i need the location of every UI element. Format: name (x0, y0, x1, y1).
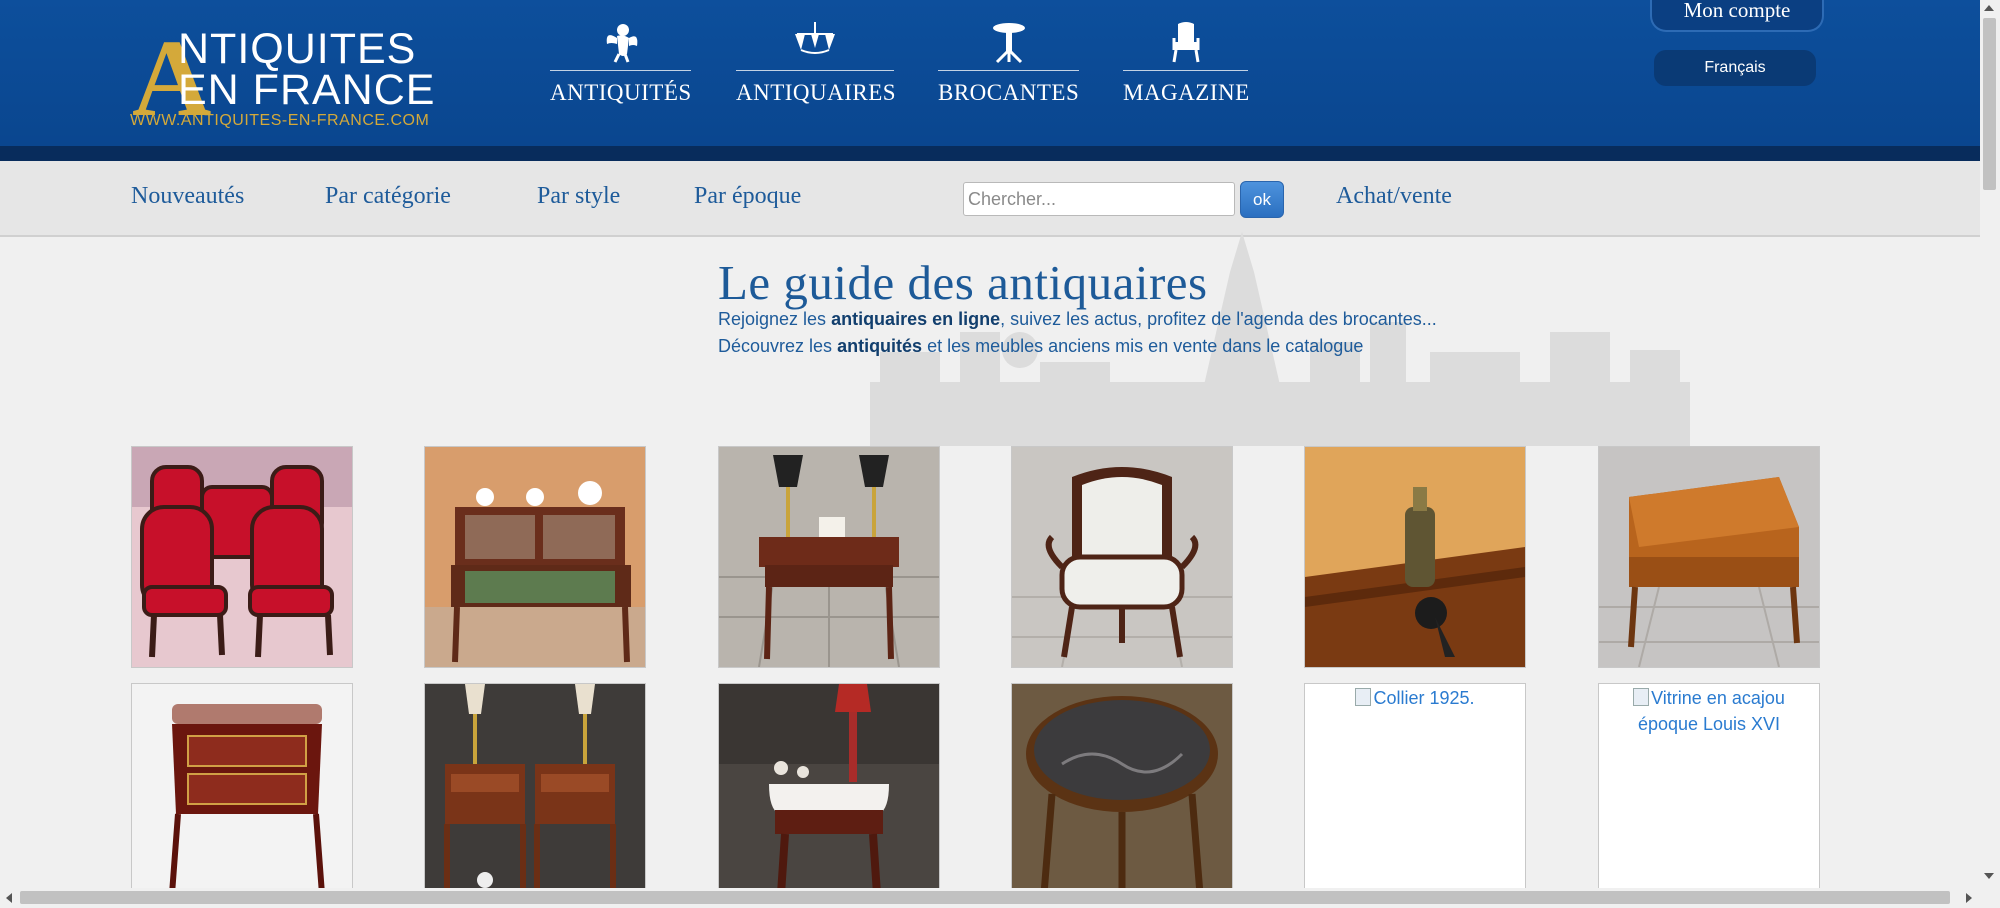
intro-link-antiquaires[interactable]: antiquaires en ligne (831, 309, 1000, 329)
nav-separator (550, 70, 691, 71)
product-image-alt-text: Collier 1925. (1373, 688, 1475, 708)
logo-line-2: EN FRANCE (178, 66, 436, 114)
product-photo (1599, 447, 1819, 667)
nav-label: ANTIQUITÉS (550, 80, 692, 105)
product-thumbnail[interactable] (424, 683, 646, 905)
nav-brocantes[interactable]: BROCANTES (938, 20, 1079, 110)
nav-antiquites[interactable]: ANTIQUITÉS (550, 20, 691, 110)
broken-image-icon (1355, 688, 1372, 706)
intro-text: Rejoignez les (718, 309, 832, 329)
intro-line-2: Découvrez les antiquités et les meubles … (718, 336, 1363, 357)
page-title: Le guide des antiquaires (718, 255, 1208, 310)
product-image-alt-text: Vitrine en acajou époque Louis XVI (1637, 688, 1785, 734)
vertical-scrollbar-thumb[interactable] (1983, 18, 1996, 190)
intro-text: Découvrez les (718, 336, 838, 356)
product-image-alt: Vitrine en acajou époque Louis XVI (1599, 685, 1819, 737)
nav-separator (736, 70, 894, 71)
product-thumbnail[interactable] (1011, 683, 1233, 905)
header-divider (0, 146, 1980, 161)
scroll-down-arrow-icon[interactable] (1984, 873, 1994, 879)
scroll-right-arrow-icon[interactable] (1966, 893, 1972, 903)
horizontal-scrollbar-thumb[interactable] (20, 891, 1950, 904)
product-photo (1012, 447, 1232, 667)
product-photo (1305, 447, 1525, 667)
product-photo (132, 684, 352, 904)
product-photo (719, 447, 939, 667)
product-photo (132, 447, 352, 667)
account-menu[interactable]: Mon compte (1650, 0, 1824, 32)
subnav-par-epoque[interactable]: Par époque (694, 183, 801, 210)
subnav-nouveautes[interactable]: Nouveautés (131, 183, 244, 210)
search-input[interactable] (963, 182, 1235, 216)
product-photo (1012, 684, 1232, 904)
chandelier-icon (795, 22, 835, 54)
product-thumbnail[interactable] (131, 446, 353, 668)
pedestal-table-icon (992, 23, 1025, 64)
product-thumbnail[interactable] (718, 683, 940, 905)
product-photo (425, 447, 645, 667)
broken-image-icon (1633, 688, 1650, 706)
product-image-alt: Collier 1925. (1305, 685, 1525, 711)
product-photo (425, 684, 645, 904)
subnav-achat-vente[interactable]: Achat/vente (1336, 183, 1452, 210)
armchair-icon (1172, 22, 1199, 63)
product-photo (719, 684, 939, 904)
nav-separator (1123, 70, 1248, 71)
intro-line-1: Rejoignez les antiquaires en ligne, suiv… (718, 309, 1437, 330)
subnav-par-style[interactable]: Par style (537, 183, 620, 210)
nav-magazine[interactable]: MAGAZINE (1123, 20, 1250, 110)
cherub-icon (606, 24, 637, 63)
nav-label: ANTIQUAIRES (736, 80, 897, 105)
scroll-left-arrow-icon[interactable] (6, 893, 12, 903)
nav-label: MAGAZINE (1123, 80, 1250, 105)
product-thumbnail[interactable]: Collier 1925. (1304, 683, 1526, 905)
language-selector[interactable]: Français (1654, 50, 1816, 86)
search-submit-button[interactable]: ok (1240, 181, 1284, 218)
logo-url: WWW.ANTIQUITES-EN-FRANCE.COM (130, 112, 430, 129)
intro-link-antiquites[interactable]: antiquités (837, 336, 922, 356)
scroll-up-arrow-icon[interactable] (1984, 5, 1994, 11)
nav-label: BROCANTES (938, 80, 1080, 105)
product-thumbnail[interactable] (1304, 446, 1526, 668)
intro-text: , suivez les actus, profitez de l'agenda… (1000, 309, 1437, 329)
nav-separator (938, 70, 1079, 71)
logo-line-1: NTIQUITES (178, 25, 417, 73)
nav-antiquaires[interactable]: ANTIQUAIRES (736, 20, 897, 110)
product-thumbnail[interactable] (1011, 446, 1233, 668)
account-label: Mon compte (1683, 0, 1791, 22)
subnav-par-categorie[interactable]: Par catégorie (325, 183, 451, 210)
intro-text: et les meubles anciens mis en vente dans… (922, 336, 1364, 356)
product-thumbnail[interactable] (1598, 446, 1820, 668)
product-thumbnail[interactable]: Vitrine en acajou époque Louis XVI (1598, 683, 1820, 905)
product-thumbnail[interactable] (131, 683, 353, 905)
product-thumbnail[interactable] (718, 446, 940, 668)
site-logo[interactable]: A NTIQUITES EN FRANCE WWW.ANTIQUITES-EN-… (130, 23, 450, 133)
product-thumbnail[interactable] (424, 446, 646, 668)
